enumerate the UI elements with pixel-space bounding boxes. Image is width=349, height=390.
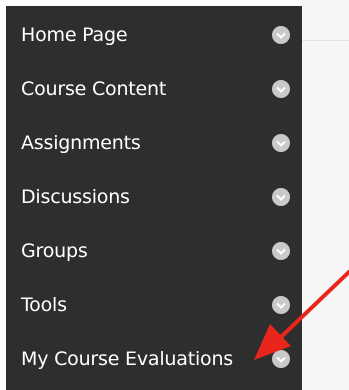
content-divider [300,40,349,41]
content-area [300,0,349,390]
sidebar-item-label: Course Content [21,78,167,100]
sidebar-item-label: Discussions [21,186,130,208]
sidebar-item-label: Assignments [21,132,141,154]
chevron-down-icon[interactable] [272,296,290,314]
sidebar-item-label: Tools [21,294,67,316]
chevron-down-icon[interactable] [272,188,290,206]
sidebar-item-tools[interactable]: Tools [6,280,302,330]
chevron-down-icon[interactable] [272,26,290,44]
sidebar-item-label: Home Page [21,24,128,46]
chevron-down-icon[interactable] [272,134,290,152]
sidebar-item-groups[interactable]: Groups [6,226,302,276]
sidebar-item-assignments[interactable]: Assignments [6,118,302,168]
sidebar-item-discussions[interactable]: Discussions [6,172,302,222]
sidebar-item-label: My Course Evaluations [21,348,233,370]
sidebar-item-home-page[interactable]: Home Page [6,10,302,60]
chevron-down-icon[interactable] [272,80,290,98]
sidebar-item-course-content[interactable]: Course Content [6,64,302,114]
chevron-down-icon[interactable] [272,242,290,260]
chevron-down-icon[interactable] [272,350,290,368]
sidebar-item-label: Groups [21,240,88,262]
page: Home Page Course Content Assignments Dis… [0,0,349,390]
sidebar-item-my-course-evaluations[interactable]: My Course Evaluations [6,334,302,384]
course-menu-sidebar: Home Page Course Content Assignments Dis… [6,6,302,390]
